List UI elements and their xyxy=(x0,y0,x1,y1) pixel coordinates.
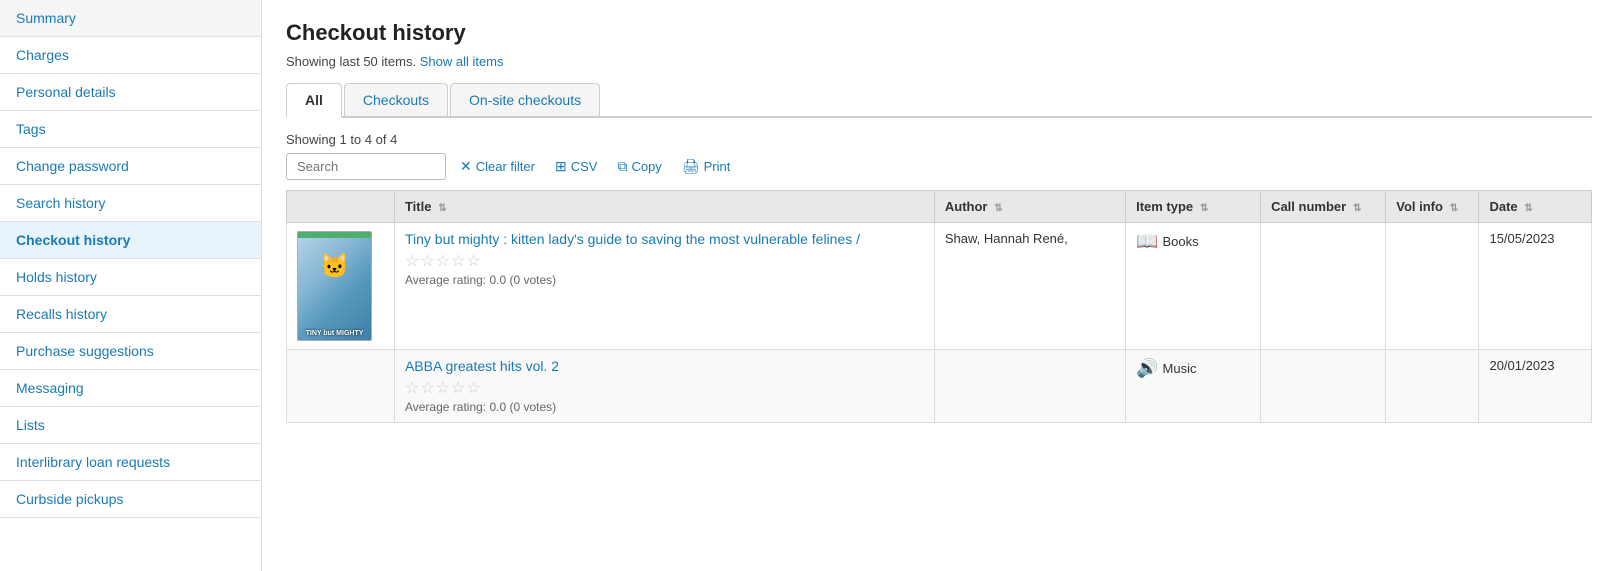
item-title-link[interactable]: ABBA greatest hits vol. 2 xyxy=(405,358,559,374)
cover-cell: 🐱 TINY but MIGHTY xyxy=(287,223,395,350)
page-title: Checkout history xyxy=(286,20,1592,46)
item-type-icon: 🔊 xyxy=(1136,358,1158,378)
title-cell: Tiny but mighty : kitten lady's guide to… xyxy=(394,223,934,350)
col-date[interactable]: Date ⇅ xyxy=(1479,191,1592,223)
tab-all[interactable]: All xyxy=(286,83,342,118)
vol-info-cell xyxy=(1386,223,1479,350)
sidebar-item-change-password[interactable]: Change password xyxy=(0,148,261,185)
col-cover xyxy=(287,191,395,223)
item-type-cell: 🔊 Music xyxy=(1126,350,1261,423)
date-cell: 20/01/2023 xyxy=(1479,350,1592,423)
col-call-number[interactable]: Call number ⇅ xyxy=(1261,191,1386,223)
print-label: Print xyxy=(704,159,731,174)
cover-title-text: TINY but MIGHTY xyxy=(304,328,366,340)
call-number-cell xyxy=(1261,350,1386,423)
cover-stripe xyxy=(298,232,371,238)
sidebar-item-personal-details[interactable]: Personal details xyxy=(0,74,261,111)
sidebar-item-recalls-history[interactable]: Recalls history xyxy=(0,296,261,333)
item-type-label: Books xyxy=(1163,234,1199,249)
sidebar-item-checkout-history[interactable]: Checkout history xyxy=(0,222,261,259)
sidebar-item-messaging[interactable]: Messaging xyxy=(0,370,261,407)
title-cell: ABBA greatest hits vol. 2 ☆☆☆☆☆ Average … xyxy=(394,350,934,423)
controls-bar: ✕ Clear filter ⊞ CSV ⧉ Copy 🖨 Print xyxy=(286,153,1592,180)
copy-icon: ⧉ xyxy=(617,158,627,175)
col-item-type[interactable]: Item type ⇅ xyxy=(1126,191,1261,223)
cover-cell xyxy=(287,350,395,423)
clear-filter-label: Clear filter xyxy=(476,159,535,174)
col-title[interactable]: Title ⇅ xyxy=(394,191,934,223)
table-row: ABBA greatest hits vol. 2 ☆☆☆☆☆ Average … xyxy=(287,350,1592,423)
tab-checkouts[interactable]: Checkouts xyxy=(344,83,448,116)
sort-arrow: ⇅ xyxy=(1197,203,1208,214)
main-content: Checkout history Showing last 50 items. … xyxy=(262,0,1616,571)
print-icon: 🖨 xyxy=(682,158,700,175)
copy-button[interactable]: ⧉ Copy xyxy=(611,154,667,179)
col-vol-info[interactable]: Vol info ⇅ xyxy=(1386,191,1479,223)
tab-on-site-checkouts[interactable]: On-site checkouts xyxy=(450,83,600,116)
date-cell: 15/05/2023 xyxy=(1479,223,1592,350)
showing-count: Showing 1 to 4 of 4 xyxy=(286,132,1592,147)
star-rating[interactable]: ☆☆☆☆☆ xyxy=(405,378,924,398)
subtitle-text: Showing last 50 items. xyxy=(286,54,416,69)
col-author[interactable]: Author ⇅ xyxy=(934,191,1125,223)
sidebar-item-holds-history[interactable]: Holds history xyxy=(0,259,261,296)
item-type-label: Music xyxy=(1163,361,1197,376)
clear-filter-button[interactable]: ✕ Clear filter xyxy=(454,154,541,179)
tabs-bar: AllCheckoutsOn-site checkouts xyxy=(286,83,1592,118)
sidebar: SummaryChargesPersonal detailsTagsChange… xyxy=(0,0,262,571)
clear-icon: ✕ xyxy=(460,158,472,175)
sidebar-item-tags[interactable]: Tags xyxy=(0,111,261,148)
sidebar-item-purchase-suggestions[interactable]: Purchase suggestions xyxy=(0,333,261,370)
sort-arrow: ⇅ xyxy=(991,203,1002,214)
author-cell: Shaw, Hannah René, xyxy=(934,223,1125,350)
show-all-link[interactable]: Show all items xyxy=(420,54,504,69)
csv-label: CSV xyxy=(571,159,598,174)
sidebar-item-curbside-pickups[interactable]: Curbside pickups xyxy=(0,481,261,518)
author-cell xyxy=(934,350,1125,423)
vol-info-cell xyxy=(1386,350,1479,423)
sort-arrow: ⇅ xyxy=(1350,203,1361,214)
star-rating[interactable]: ☆☆☆☆☆ xyxy=(405,251,924,271)
subtitle: Showing last 50 items. Show all items xyxy=(286,54,1592,69)
book-cover: 🐱 TINY but MIGHTY xyxy=(297,231,372,341)
csv-button[interactable]: ⊞ CSV xyxy=(549,154,603,179)
sort-arrow: ⇅ xyxy=(435,203,446,214)
call-number-cell xyxy=(1261,223,1386,350)
search-input[interactable] xyxy=(286,153,446,180)
sidebar-item-summary[interactable]: Summary xyxy=(0,0,261,37)
print-button[interactable]: 🖨 Print xyxy=(676,154,737,179)
copy-label: Copy xyxy=(631,159,661,174)
sort-arrow: ⇅ xyxy=(1522,203,1533,214)
item-type-icon: 📖 xyxy=(1136,231,1158,251)
csv-icon: ⊞ xyxy=(555,158,567,175)
table-row: 🐱 TINY but MIGHTY Tiny but mighty : kitt… xyxy=(287,223,1592,350)
sort-arrow: ⇅ xyxy=(1447,203,1458,214)
sidebar-item-charges[interactable]: Charges xyxy=(0,37,261,74)
cover-cat-icon: 🐱 xyxy=(320,252,350,281)
item-title-link[interactable]: Tiny but mighty : kitten lady's guide to… xyxy=(405,231,860,247)
avg-rating-text: Average rating: 0.0 (0 votes) xyxy=(405,273,924,287)
sidebar-item-lists[interactable]: Lists xyxy=(0,407,261,444)
checkout-table: Title ⇅Author ⇅Item type ⇅Call number ⇅V… xyxy=(286,190,1592,423)
item-type-cell: 📖 Books xyxy=(1126,223,1261,350)
sidebar-item-ill-requests[interactable]: Interlibrary loan requests xyxy=(0,444,261,481)
avg-rating-text: Average rating: 0.0 (0 votes) xyxy=(405,400,924,414)
sidebar-item-search-history[interactable]: Search history xyxy=(0,185,261,222)
